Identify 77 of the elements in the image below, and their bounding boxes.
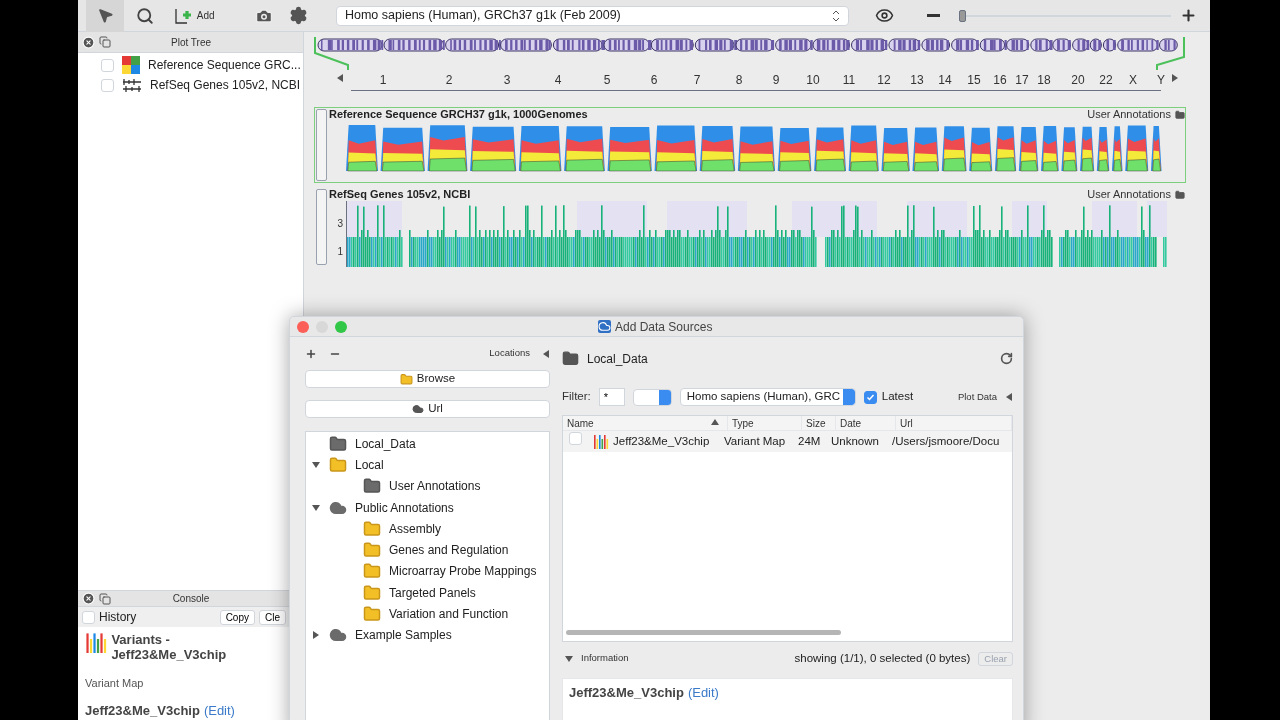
plot-tree-item[interactable]: Reference Sequence GRC... [78, 55, 303, 75]
plot-tree-item[interactable]: RefSeq Genes 105v2, NCBI [78, 75, 303, 95]
genome-select[interactable]: Homo sapiens (Human), GRC [679, 388, 856, 406]
axis-tick-label: 3 [337, 217, 343, 231]
table-cell-text: 24M [797, 433, 822, 449]
chromosome-label: 6 [650, 72, 658, 89]
chromosome-label: 2 [445, 72, 453, 89]
chromosome-label: 12 [877, 72, 891, 89]
browse-button[interactable]: Browse [305, 370, 550, 388]
track-title: RefSeq Genes 105v2, NCBI [329, 187, 471, 203]
history-label: History [99, 609, 137, 626]
add-button[interactable]: Add [166, 7, 223, 24]
table-cell-text: Jeff23&Me_V3chip [612, 433, 711, 449]
chromosome-label: X [1129, 72, 1137, 89]
chromosome-label: 10 [806, 72, 820, 89]
tree-item[interactable]: Local [306, 454, 549, 476]
chromosome-label: 7 [693, 72, 701, 89]
filter-label: Filter: [562, 389, 591, 405]
table-cell-text: /Users/jsmoore/Docu [891, 433, 1000, 449]
chromosome-label: 3 [503, 72, 511, 89]
track-panel[interactable]: RefSeq Genes 105v2, NCBI User Annotations 3 1 [314, 187, 1186, 267]
plot-data-label: Plot Data [957, 389, 997, 404]
panel-title: Console [171, 592, 211, 606]
column-header[interactable]: Date [836, 416, 896, 430]
chromosome-label: 16 [993, 72, 1007, 89]
column-header[interactable]: Size [802, 416, 836, 430]
latest-label: Latest [881, 389, 914, 405]
tree-item[interactable]: Variation and Function [306, 603, 549, 625]
track-panel[interactable]: Reference Sequence GRCH37 g1k, 1000Genomes User Annotations [314, 107, 1186, 183]
genome-select[interactable]: Homo sapiens (Human), GRCh37 g1k (Feb 2009) [335, 5, 850, 26]
chromosome-label: 18 [1037, 72, 1051, 89]
chromosome-label: 4 [554, 72, 562, 89]
info-name: Jeff23&Me_V3chip [569, 684, 684, 702]
tree-item[interactable]: Assembly [306, 518, 549, 540]
url-button[interactable]: Url [305, 400, 550, 418]
console-button[interactable]: Cle [259, 609, 286, 625]
tree-item[interactable]: User Annotations [306, 475, 549, 497]
entry-type: Variant Map [85, 676, 145, 691]
entry-name: Jeff23&Me_V3chip [85, 701, 200, 720]
tree-item[interactable]: Example Samples [306, 624, 549, 646]
chromosome-label: 13 [910, 72, 924, 89]
information-label: Information [581, 651, 629, 666]
column-header[interactable]: Type [728, 416, 802, 430]
column-header[interactable]: Name [563, 416, 728, 430]
entry-title: Variants - Jeff23&Me_V3chip [111, 632, 228, 662]
column-header[interactable]: Url [896, 416, 1012, 430]
chromosome-label: 20 [1071, 72, 1085, 89]
selection-status: showing (1/1), 0 selected (0 bytes) [794, 650, 971, 666]
chromosome-label: 5 [603, 72, 611, 89]
locations-label: Locations [489, 346, 530, 361]
track-source: User Annotations [1087, 187, 1171, 203]
filter-field[interactable]: * [598, 388, 625, 406]
tree-item[interactable]: Targeted Panels [306, 582, 549, 604]
chromosome-label: 14 [938, 72, 952, 89]
tree-item[interactable]: Public Annotations [306, 496, 549, 519]
track-source: User Annotations [1087, 107, 1171, 123]
chromosome-label: 8 [735, 72, 743, 89]
tree-item[interactable]: Genes and Regulation [306, 539, 549, 561]
window-title: Add Data Sources [615, 318, 713, 336]
table-cell-text: Variant Map [723, 433, 787, 449]
edit-link[interactable]: (Edit) [203, 700, 235, 720]
track-title: Reference Sequence GRCH37 g1k, 1000Genomes [329, 107, 588, 123]
chromosome-label: 17 [1015, 72, 1029, 89]
current-path: Local_Data [587, 350, 648, 368]
tree-item[interactable]: Microarray Probe Mappings [306, 560, 549, 583]
chromosome-label: 1 [379, 72, 387, 89]
chromosome-label: 11 [842, 72, 856, 89]
axis-tick-label: 1 [337, 245, 343, 259]
edit-link[interactable]: (Edit) [687, 683, 719, 703]
chromosome-label: 22 [1099, 72, 1113, 89]
table-cell-text: Unknown [831, 433, 880, 449]
chromosome-label: 9 [772, 72, 780, 89]
panel-title: Plot Tree [170, 35, 212, 50]
chromosome-label: 15 [967, 72, 981, 89]
chromosome-label: Y [1157, 72, 1165, 89]
console-button[interactable]: Copy [219, 609, 255, 625]
tree-item[interactable]: Local_Data [306, 433, 549, 455]
